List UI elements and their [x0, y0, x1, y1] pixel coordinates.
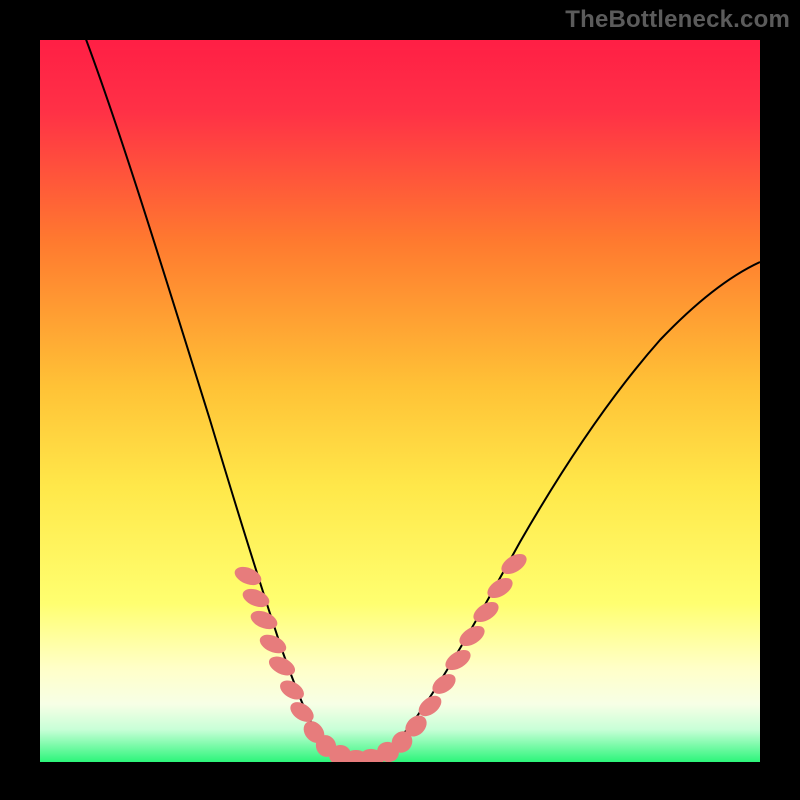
watermark-text: TheBottleneck.com	[565, 6, 790, 34]
gradient-panel	[40, 40, 760, 762]
chart-svg	[0, 0, 800, 800]
chart-stage: TheBottleneck.com	[0, 0, 800, 800]
